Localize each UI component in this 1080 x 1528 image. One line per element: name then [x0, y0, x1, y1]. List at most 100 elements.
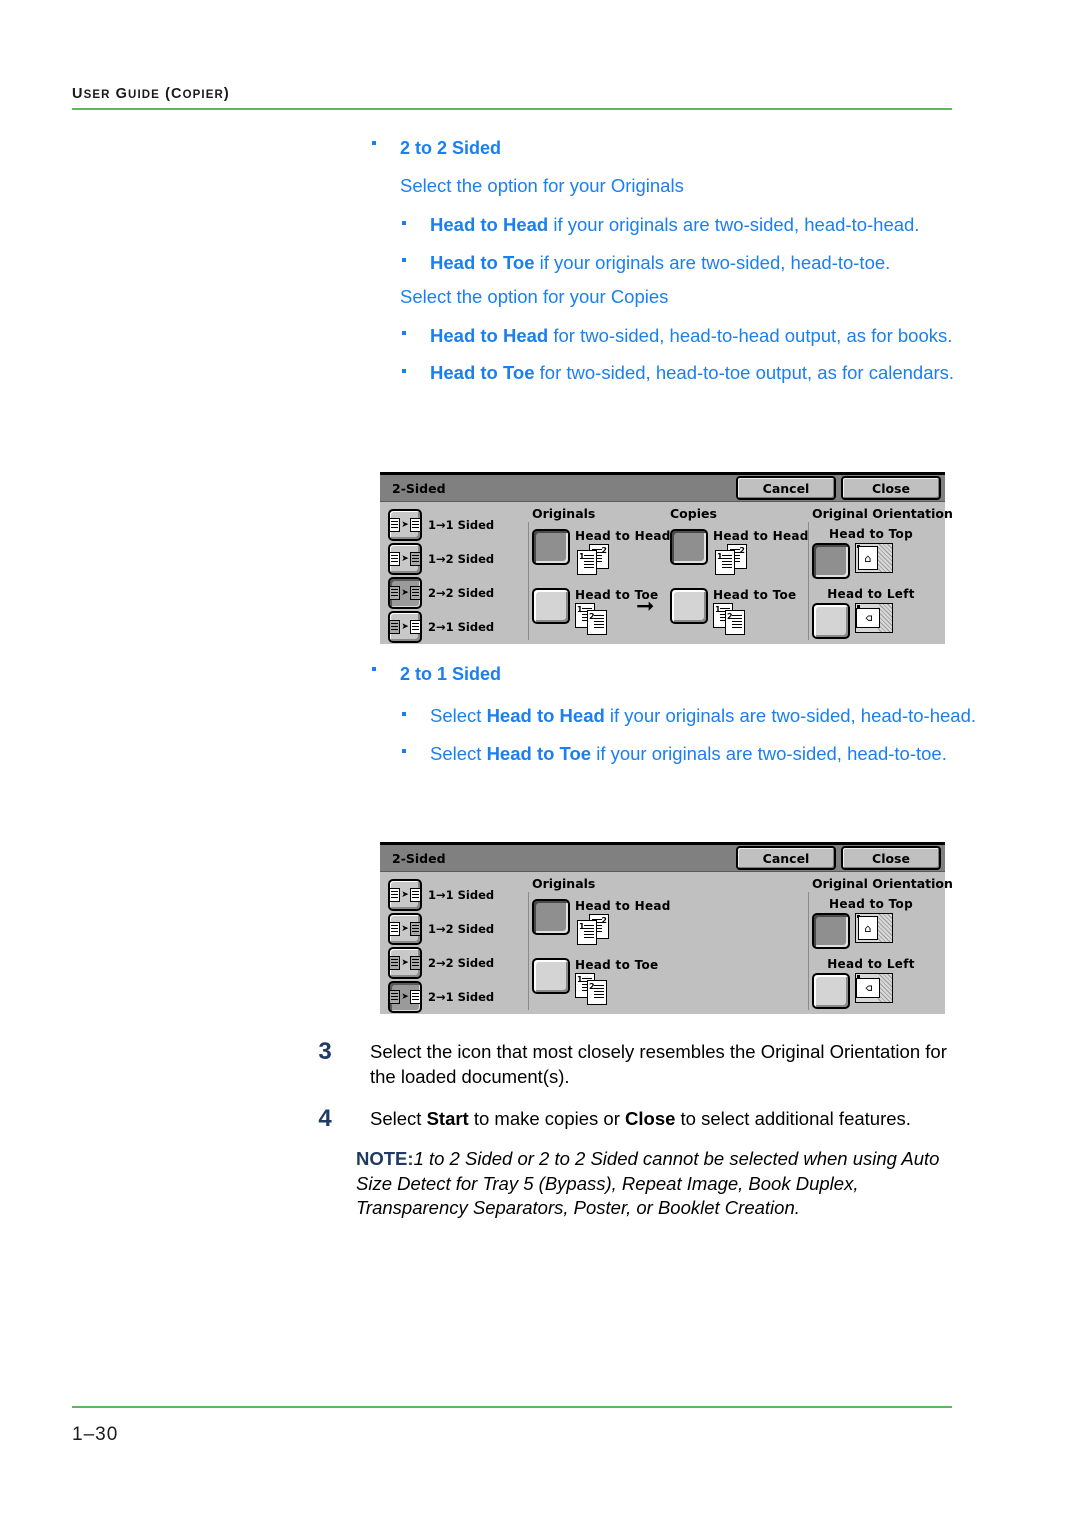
mode-list: ➤ 1→1 Sided ➤ 1→2 Sided ➤ 2→2 Sided ➤ 2→…	[388, 508, 516, 644]
bullet-icon	[372, 141, 376, 146]
one-to-one-sided-icon[interactable]: ➤	[388, 509, 422, 541]
copies-head-to-head[interactable]: Head to Head 2 1	[670, 529, 810, 576]
mode-label: 2→2 Sided	[428, 956, 495, 970]
bullet-icon	[402, 258, 406, 263]
orientation-head-to-left[interactable]: ⌂	[812, 603, 942, 639]
group-divider	[528, 522, 529, 640]
two-to-two-sided-icon[interactable]: ➤	[388, 577, 422, 609]
dialog-body: ➤ 1→1 Sided ➤ 1→2 Sided ➤ 2→2 Sided ➤ 2→…	[380, 872, 953, 1015]
cancel-button[interactable]: Cancel	[736, 476, 836, 500]
orientation-head-to-top[interactable]: ⌂	[812, 913, 942, 949]
mode-option-1to1[interactable]: ➤ 1→1 Sided	[388, 508, 516, 542]
select-button[interactable]	[812, 913, 850, 949]
head-to-left-icon: ⌂	[855, 973, 893, 1003]
bullet-icon	[402, 220, 406, 225]
select-button[interactable]	[670, 529, 708, 565]
term-head-to-head: Head to Head	[430, 214, 549, 236]
intro-originals: Select the option for your Originals	[400, 175, 684, 197]
orientation-group: Original Orientation Head to Top ⌂ Head …	[812, 506, 953, 639]
mode-option-2to1[interactable]: ➤ 2→1 Sided	[388, 610, 516, 644]
copier-dialog-2to1[interactable]: 2-Sided Cancel Close ➤ 1→1 Sided ➤ 1→2 S…	[380, 842, 953, 1015]
orientation-title: Original Orientation	[812, 876, 953, 891]
originals-head-to-head[interactable]: Head to Head 2 1	[532, 899, 682, 946]
select-button[interactable]	[532, 529, 570, 565]
close-button[interactable]: Close	[841, 846, 941, 870]
note-label: NOTE:	[356, 1148, 414, 1170]
option-label: Head to Head	[575, 529, 671, 543]
one-to-one-sided-icon[interactable]: ➤	[388, 879, 422, 911]
note-block: NOTE:1 to 2 Sided or 2 to 2 Sided cannot…	[356, 1147, 956, 1221]
mode-option-1to1[interactable]: ➤ 1→1 Sided	[388, 878, 516, 912]
two-to-one-sided-icon[interactable]: ➤	[388, 611, 422, 643]
dialog-title: 2-Sided	[392, 850, 446, 866]
step-4: 4 Select Start to make copies or Close t…	[318, 1105, 958, 1137]
page-footer: 1–30	[72, 1400, 952, 1446]
list-item: Head to Head if your originals are two-s…	[400, 213, 995, 237]
heading-2to1: 2 to 1 Sided	[400, 664, 502, 684]
list-item-text: if your originals are two-sided, head-to…	[548, 214, 920, 236]
mode-option-2to2[interactable]: ➤ 2→2 Sided	[388, 576, 516, 610]
one-to-two-sided-icon[interactable]: ➤	[388, 543, 422, 575]
mode-option-1to2[interactable]: ➤ 1→2 Sided	[388, 912, 516, 946]
list-item-text: if your originals are two-sided, head-to…	[534, 251, 891, 273]
bullet-icon	[372, 667, 376, 672]
copies-group: Copies Head to Head 2 1 Head to Toe 1 2	[670, 506, 810, 635]
mode-label: 2→2 Sided	[428, 586, 495, 600]
copies-head-to-toe[interactable]: Head to Toe 1 2	[670, 588, 810, 635]
originals-head-to-toe[interactable]: Head to Toe 1 2	[532, 958, 682, 1005]
step-number: 3	[318, 1038, 332, 1065]
bullet-icon	[402, 368, 406, 373]
procedure-steps: 3 Select the icon that most closely rese…	[0, 1038, 1080, 1221]
term-head-to-toe: Head to Toe	[430, 251, 535, 273]
two-to-two-sided-icon[interactable]: ➤	[388, 947, 422, 979]
mode-label: 1→1 Sided	[428, 888, 495, 902]
dialog-titlebar: 2-Sided Cancel Close	[380, 475, 945, 502]
dialog-titlebar: 2-Sided Cancel Close	[380, 845, 945, 872]
group-divider	[528, 892, 529, 1010]
heading-2to2: 2 to 2 Sided	[400, 138, 502, 158]
list-item-prefix: Select	[430, 705, 487, 727]
bullet-icon	[402, 330, 406, 335]
mode-option-1to2[interactable]: ➤ 1→2 Sided	[388, 542, 516, 576]
option-label: Head to Toe	[713, 588, 797, 602]
transfer-arrow-icon: ➞	[636, 594, 655, 619]
term-close: Close	[625, 1108, 676, 1130]
one-to-two-sided-icon[interactable]: ➤	[388, 913, 422, 945]
cancel-button[interactable]: Cancel	[736, 846, 836, 870]
header-rule	[72, 108, 952, 110]
step-text: Select Start to make copies or Close to …	[318, 1107, 958, 1132]
mode-label: 2→1 Sided	[428, 990, 495, 1004]
dialog-body: ➤ 1→1 Sided ➤ 1→2 Sided ➤ 2→2 Sided ➤ 2→…	[380, 502, 953, 645]
head-to-toe-icon: 1 2	[575, 973, 617, 1005]
select-button[interactable]	[670, 588, 708, 624]
list-item-text: if your originals are two-sided, head-to…	[591, 742, 947, 764]
section-2to2: 2 to 2 Sided Select the option for your …	[0, 136, 1080, 385]
term-head-to-toe: Head to Toe	[430, 362, 535, 384]
list-item-text: for two-sided, head-to-toe output, as fo…	[534, 362, 955, 384]
select-button[interactable]	[532, 958, 570, 994]
originals-head-to-head[interactable]: Head to Head 2 1	[532, 529, 672, 576]
option-label: Head to Top	[829, 897, 913, 911]
orientation-head-to-left[interactable]: ⌂	[812, 973, 942, 1009]
head-to-toe-icon: 1 2	[713, 603, 755, 635]
step-3: 3 Select the icon that most closely rese…	[318, 1038, 958, 1089]
mode-option-2to1[interactable]: ➤ 2→1 Sided	[388, 980, 516, 1014]
close-button[interactable]: Close	[841, 476, 941, 500]
dialog-title: 2-Sided	[392, 480, 446, 496]
originals-title: Originals	[532, 506, 596, 521]
head-to-head-icon: 2 1	[575, 544, 617, 576]
select-button[interactable]	[532, 899, 570, 935]
step-text-post: to select additional features.	[675, 1108, 911, 1130]
select-button[interactable]	[812, 543, 850, 579]
term-head-to-head: Head to Head	[486, 705, 605, 727]
term-head-to-head: Head to Head	[430, 324, 549, 346]
select-button[interactable]	[812, 603, 850, 639]
list-item-text: if your originals are two-sided, head-to…	[604, 705, 977, 727]
mode-option-2to2[interactable]: ➤ 2→2 Sided	[388, 946, 516, 980]
list-item: Select Head to Head if your originals ar…	[400, 704, 995, 728]
select-button[interactable]	[532, 588, 570, 624]
orientation-head-to-top[interactable]: ⌂	[812, 543, 942, 579]
two-to-one-sided-icon[interactable]: ➤	[388, 981, 422, 1013]
copier-dialog-2to2[interactable]: 2-Sided Cancel Close ➤ 1→1 Sided ➤ 1→2 S…	[380, 472, 953, 645]
select-button[interactable]	[812, 973, 850, 1009]
